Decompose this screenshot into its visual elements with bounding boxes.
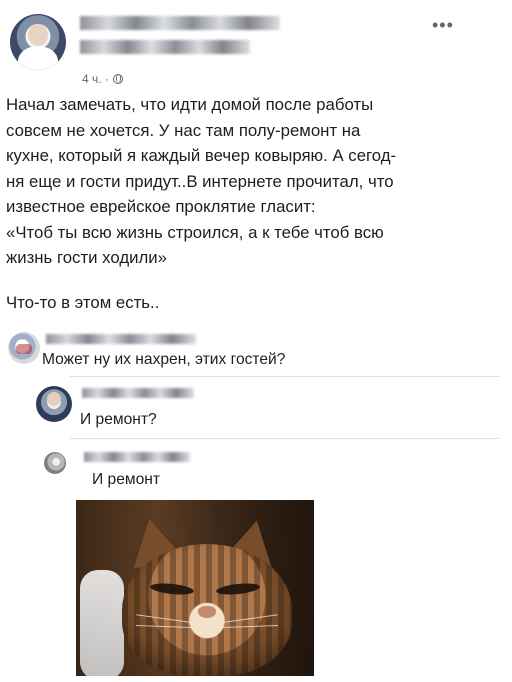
more-horizontal-icon[interactable]: ••• — [432, 16, 454, 34]
commenter-name-redacted[interactable] — [82, 388, 194, 398]
post-text: Начал замечать, что идти домой после раб… — [6, 95, 397, 267]
post-footer-text: Что-то в этом есть.. — [6, 293, 160, 312]
author-avatar-face — [28, 24, 48, 46]
comment-divider — [70, 438, 500, 439]
comment-text: Может ну их нахрен, этих гостей? — [42, 351, 286, 368]
post-header: 4 ч. · ••• — [0, 0, 512, 90]
cat-nose — [198, 606, 216, 618]
comment-3: И ремонт — [0, 444, 512, 496]
comment-text: И ремонт — [92, 471, 161, 488]
comment-divider — [70, 376, 500, 377]
post-meta: 4 ч. · — [82, 72, 123, 86]
author-avatar-shirt — [18, 46, 58, 70]
commenter-name-redacted[interactable] — [46, 334, 196, 344]
comment-text: И ремонт? — [80, 411, 157, 428]
post-time: 4 ч. · — [82, 72, 109, 86]
author-avatar[interactable] — [10, 14, 66, 70]
commenter-avatar[interactable] — [36, 386, 72, 422]
author-name-redacted-2[interactable] — [80, 40, 250, 54]
post-body: Начал замечать, что идти домой после раб… — [6, 92, 506, 271]
commenter-avatar[interactable] — [44, 452, 66, 474]
comment-1: Может ну их нахрен, этих гостей? — [0, 326, 512, 372]
globe-icon — [112, 74, 123, 84]
commenter-avatar[interactable] — [8, 332, 40, 364]
cat — [106, 510, 314, 676]
commenter-name-redacted[interactable] — [84, 452, 190, 462]
cat-photo[interactable] — [76, 500, 314, 676]
comment-2: И ремонт? — [0, 380, 512, 440]
author-name-redacted[interactable] — [80, 16, 280, 30]
